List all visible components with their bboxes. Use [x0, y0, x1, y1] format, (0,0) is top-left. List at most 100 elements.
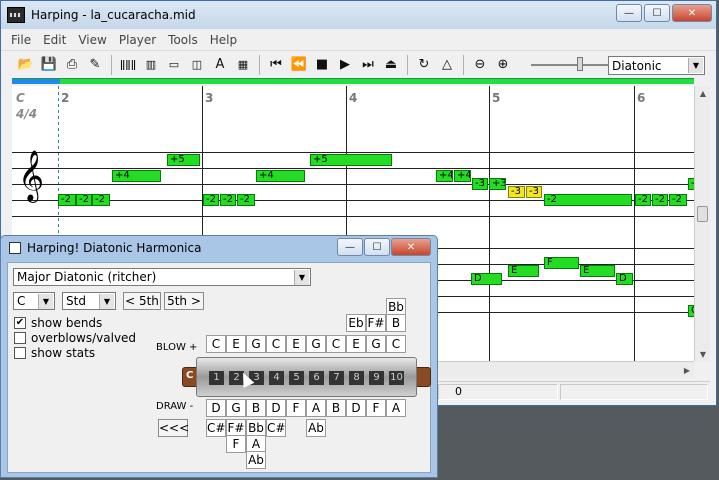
menu-tools[interactable]: Tools: [162, 33, 204, 47]
zoom-out-icon[interactable]: ⊖: [469, 54, 491, 76]
note[interactable]: -2: [58, 194, 76, 206]
slider-thumb[interactable]: [577, 56, 583, 71]
note[interactable]: -2: [669, 194, 687, 206]
note[interactable]: -2: [544, 194, 632, 206]
open-icon[interactable]: 📂: [15, 54, 37, 76]
note-active[interactable]: -3: [526, 186, 542, 198]
dialog-maximize-button[interactable]: ☐: [364, 238, 390, 256]
draw-note-cell[interactable]: D: [346, 399, 366, 417]
option-show-stats[interactable]: show stats: [14, 346, 95, 360]
note[interactable]: -2: [92, 194, 110, 206]
menu-view[interactable]: View: [72, 33, 112, 47]
vertical-scrollbar[interactable]: ▲ ▼: [694, 86, 710, 361]
menu-edit[interactable]: Edit: [37, 33, 72, 47]
prev-position-button[interactable]: < 5th: [123, 292, 161, 310]
note[interactable]: +4: [454, 170, 471, 182]
note[interactable]: E: [508, 265, 539, 277]
checkbox-checked[interactable]: ✔: [14, 317, 26, 329]
draw-note-cell[interactable]: A: [306, 399, 326, 417]
blow-note-cell[interactable]: E: [346, 335, 366, 353]
chevron-down-icon[interactable]: ▼: [294, 270, 309, 285]
draw-note-cell[interactable]: F: [366, 399, 386, 417]
scroll-thumb[interactable]: [697, 206, 708, 222]
back-button[interactable]: <<<: [158, 419, 189, 437]
chevron-down-icon[interactable]: ▼: [38, 294, 53, 309]
stop-icon[interactable]: ■: [311, 54, 333, 76]
tape-icon[interactable]: ◫: [186, 54, 208, 76]
print-icon[interactable]: ⎙: [61, 54, 83, 76]
note[interactable]: +5: [310, 154, 392, 166]
metronome-icon[interactable]: △: [436, 54, 458, 76]
keyboard-icon[interactable]: ▥: [140, 54, 162, 76]
edit-icon[interactable]: ✎: [84, 54, 106, 76]
blow-bend-cell[interactable]: F#: [366, 314, 386, 332]
note[interactable]: D: [471, 273, 502, 285]
blow-bend-cell[interactable]: B: [386, 314, 406, 332]
option-show-bends[interactable]: ✔ show bends: [14, 316, 102, 330]
blow-note-cell[interactable]: E: [286, 335, 306, 353]
tempo-slider[interactable]: [529, 55, 619, 75]
draw-note-cell[interactable]: B: [326, 399, 346, 417]
draw-note-cell[interactable]: D: [206, 399, 226, 417]
note[interactable]: E: [580, 265, 615, 277]
draw-bend-cell[interactable]: Ab: [246, 451, 266, 469]
scroll-right-icon[interactable]: ▶: [680, 362, 694, 378]
note[interactable]: -2: [237, 194, 255, 206]
harmonica-hole[interactable]: 1: [209, 371, 224, 385]
note[interactable]: F: [544, 257, 579, 269]
blow-note-cell[interactable]: G: [246, 335, 266, 353]
maximize-button[interactable]: ☐: [644, 4, 670, 22]
harmonica-hole[interactable]: 4: [269, 371, 284, 385]
zoom-in-icon[interactable]: ⊕: [492, 54, 514, 76]
blow-note-cell[interactable]: C: [386, 335, 406, 353]
option-overblows[interactable]: overblows/valved: [14, 331, 136, 345]
loop-icon[interactable]: ↻: [413, 54, 435, 76]
harmonica-hole[interactable]: 6: [309, 371, 324, 385]
blow-note-cell[interactable]: G: [306, 335, 326, 353]
dialog-minimize-button[interactable]: —: [337, 238, 363, 256]
blow-note-cell[interactable]: C: [266, 335, 286, 353]
note[interactable]: -2: [652, 194, 668, 206]
note[interactable]: +4: [256, 170, 305, 182]
skip-back-icon[interactable]: ⏮: [265, 54, 287, 76]
view-icon[interactable]: ▭: [163, 54, 185, 76]
draw-bend-cell[interactable]: Ab: [306, 419, 326, 437]
chevron-down-icon[interactable]: ▼: [688, 58, 703, 73]
close-button[interactable]: ✕: [672, 4, 712, 22]
save-icon[interactable]: 💾: [38, 54, 60, 76]
table-icon[interactable]: ▦: [232, 54, 254, 76]
note[interactable]: D: [616, 273, 633, 285]
chevron-down-icon[interactable]: ▼: [99, 294, 114, 309]
scroll-up-icon[interactable]: ▲: [695, 86, 711, 100]
note[interactable]: +3: [489, 178, 506, 190]
scroll-down-icon[interactable]: ▼: [695, 347, 711, 361]
draw-note-cell[interactable]: A: [386, 399, 406, 417]
key-select[interactable]: C ▼: [13, 292, 55, 310]
harmonica-hole[interactable]: 9: [369, 371, 384, 385]
note[interactable]: -2: [76, 194, 92, 206]
playback-progress[interactable]: [12, 78, 694, 84]
draw-note-cell[interactable]: D: [266, 399, 286, 417]
dialog-close-button[interactable]: ✕: [391, 238, 431, 256]
note[interactable]: +4: [436, 170, 453, 182]
draw-note-cell[interactable]: B: [246, 399, 266, 417]
draw-bend-cell[interactable]: F: [226, 435, 246, 453]
checkbox[interactable]: [14, 347, 26, 359]
blow-note-cell[interactable]: C: [206, 335, 226, 353]
play-icon[interactable]: ▶: [334, 54, 356, 76]
note[interactable]: -2: [220, 194, 236, 206]
note[interactable]: -2: [635, 194, 651, 206]
harmonica-hole[interactable]: 5: [289, 371, 304, 385]
rewind-icon[interactable]: ⏪: [288, 54, 310, 76]
harmonica-hole[interactable]: 8: [349, 371, 364, 385]
note[interactable]: -2: [203, 194, 219, 206]
note[interactable]: -3: [472, 178, 488, 190]
note[interactable]: +5: [167, 154, 200, 166]
blow-bend-cell[interactable]: Eb: [346, 314, 366, 332]
checkbox[interactable]: [14, 332, 26, 344]
blow-note-cell[interactable]: E: [226, 335, 246, 353]
scale-select[interactable]: Major Diatonic (ritcher) ▼: [13, 268, 311, 286]
note-active[interactable]: -3: [508, 186, 525, 198]
minimize-button[interactable]: —: [616, 4, 642, 22]
draw-bend-cell[interactable]: C#: [206, 419, 226, 437]
